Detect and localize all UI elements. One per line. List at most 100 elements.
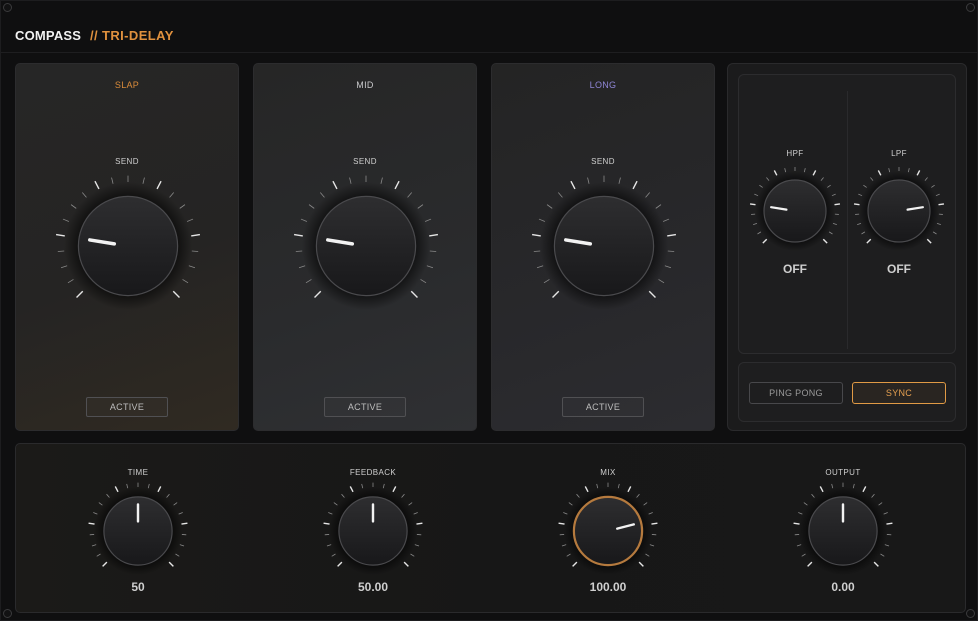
scale-tick [645, 553, 650, 557]
send-knob[interactable] [524, 166, 684, 326]
scale-tick [382, 483, 385, 489]
scale-tick [394, 180, 400, 190]
scale-tick [186, 218, 194, 222]
scale-tick [568, 502, 573, 506]
scale-tick [798, 512, 803, 515]
active-button[interactable]: ACTIVE [324, 397, 406, 417]
scale-tick [932, 231, 937, 235]
scale-tick [172, 290, 180, 298]
scale-tick [96, 553, 101, 557]
mix-knob[interactable] [553, 476, 663, 586]
scale-tick [168, 561, 174, 567]
knob-body[interactable] [77, 195, 179, 297]
delay-panel-long: LONG SEND ACTIVE [491, 63, 715, 431]
scale-tick [410, 290, 418, 298]
scale-tick [55, 233, 65, 237]
scale-tick [179, 204, 186, 209]
send-knob[interactable] [286, 166, 446, 326]
scale-tick [754, 193, 759, 197]
scale-tick [413, 512, 418, 515]
scale-tick [305, 279, 312, 284]
active-button[interactable]: ACTIVE [562, 397, 644, 417]
scale-tick [401, 493, 405, 498]
scale-tick [924, 177, 928, 181]
scale-tick [331, 553, 336, 557]
scale-tick [801, 553, 806, 557]
scale-tick [328, 512, 333, 515]
output-knob[interactable] [788, 476, 898, 586]
scale-tick [662, 218, 670, 222]
knob-body[interactable] [572, 495, 644, 567]
hpf-value: OFF [783, 262, 807, 276]
scale-tick [349, 177, 352, 184]
scale-tick [832, 222, 837, 225]
screw-icon [3, 3, 12, 12]
scale-tick [880, 553, 885, 557]
scale-tick [531, 233, 541, 237]
scale-tick [796, 544, 802, 547]
scale-tick [643, 502, 648, 506]
scale-tick [627, 486, 632, 493]
scale-tick [147, 483, 150, 489]
scale-tick [314, 290, 322, 298]
active-button[interactable]: ACTIVE [86, 397, 168, 417]
scale-tick [636, 493, 640, 498]
scale-tick [584, 486, 589, 493]
feedback-value: 50.00 [357, 580, 389, 594]
scale-tick [916, 170, 921, 176]
scale-tick [424, 218, 432, 222]
knob-label: SEND [353, 157, 377, 166]
send-knob[interactable] [48, 166, 208, 326]
knob-body[interactable] [867, 179, 931, 243]
scale-tick [871, 493, 875, 498]
scale-tick [596, 483, 599, 489]
scale-tick [169, 192, 175, 198]
scale-tick [536, 265, 544, 269]
scale-tick [70, 204, 77, 209]
scale-tick [757, 231, 762, 235]
scale-tick [570, 180, 576, 190]
scale-tick [803, 502, 808, 506]
scale-tick [866, 238, 872, 244]
scale-tick [182, 279, 189, 284]
plugin-window: COMPASS // TRI-DELAY SLAP SEND ACTIVE MI… [0, 0, 978, 621]
lpf-value: OFF [887, 262, 911, 276]
hpf-knob[interactable] [745, 161, 845, 261]
scale-tick [819, 486, 824, 493]
knob-body[interactable] [315, 195, 417, 297]
knob-body[interactable] [763, 179, 827, 243]
scale-tick [181, 522, 188, 525]
scale-tick [337, 561, 343, 567]
feedback-knob[interactable] [318, 476, 428, 586]
scale-tick [834, 203, 841, 206]
scale-tick [94, 180, 100, 190]
master-section: TIME 50 FEEDBACK 50.00 MIX 100.00 OUTPUT… [15, 443, 966, 613]
scale-tick [408, 502, 413, 506]
scale-tick [410, 553, 415, 557]
scale-tick [157, 486, 162, 493]
scale-tick [820, 177, 824, 181]
scale-tick [811, 493, 815, 498]
scale-tick [658, 279, 665, 284]
scale-tick [935, 193, 940, 197]
scale-tick [429, 233, 439, 237]
lpf-knob[interactable] [849, 161, 949, 261]
time-knob[interactable] [83, 476, 193, 586]
scale-tick [414, 544, 420, 547]
scale-tick [762, 238, 768, 244]
scale-tick [831, 193, 836, 197]
scale-tick [558, 522, 565, 525]
divider [847, 91, 848, 349]
scale-tick [638, 561, 644, 567]
scale-tick [76, 290, 84, 298]
ping-pong-button[interactable]: PING PONG [749, 382, 843, 404]
scale-tick [632, 180, 638, 190]
scale-tick [380, 177, 383, 184]
panel-title: SLAP [114, 80, 140, 90]
knob-body[interactable] [553, 195, 655, 297]
scale-tick [936, 222, 941, 225]
mode-buttons: PING PONG SYNC [738, 362, 956, 422]
screw-icon [3, 609, 12, 618]
sync-button[interactable]: SYNC [852, 382, 946, 404]
scale-tick [878, 502, 883, 506]
